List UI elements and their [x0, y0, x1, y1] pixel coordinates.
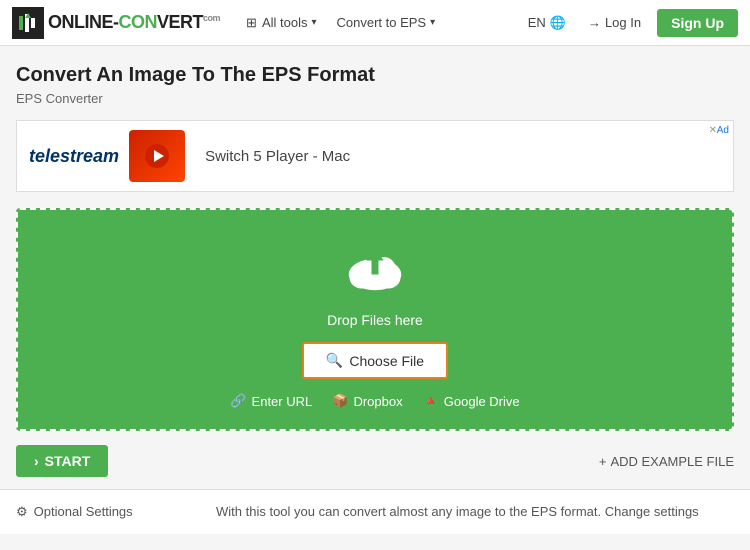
enter-url-label: Enter URL — [252, 394, 313, 409]
telestream-logo: telestream — [29, 146, 119, 167]
choose-file-button[interactable]: 🔍 Choose File — [302, 342, 448, 379]
all-tools-chevron: ▾ — [311, 17, 316, 28]
upload-options: 🔗 Enter URL 📦 Dropbox 🔺 Google Drive — [38, 393, 712, 409]
header-right: EN 🌐 → Log In Sign Up — [522, 9, 738, 37]
plus-icon: + — [599, 454, 607, 469]
link-icon: 🔗 — [230, 393, 246, 409]
chevron-right-icon: › — [34, 453, 39, 469]
gdrive-icon: 🔺 — [423, 393, 439, 409]
login-button[interactable]: → Log In — [580, 11, 649, 34]
ad-banner: Ad ✕ telestream Switch 5 Player - Mac — [16, 120, 734, 192]
grid-icon: ⊞ — [246, 15, 257, 31]
start-button[interactable]: › START — [16, 445, 108, 477]
globe-icon: 🌐 — [550, 15, 566, 31]
bottom-action-bar: › START + ADD EXAMPLE FILE — [16, 445, 734, 489]
ad-close-icon[interactable]: ✕ — [709, 125, 717, 136]
page-subtitle: EPS Converter — [16, 91, 734, 106]
upload-area: Drop Files here 🔍 Choose File 🔗 Enter UR… — [16, 208, 734, 431]
settings-description: With this tool you can convert almost an… — [216, 502, 734, 522]
login-label: Log In — [605, 15, 641, 30]
add-example-button[interactable]: + ADD EXAMPLE FILE — [599, 454, 734, 469]
add-example-label: ADD EXAMPLE FILE — [610, 454, 734, 469]
lang-label: EN — [528, 15, 546, 30]
page-title: Convert An Image To The EPS Format — [16, 64, 734, 87]
all-tools-nav[interactable]: ⊞ All tools ▾ — [236, 0, 326, 46]
page-content: Convert An Image To The EPS Format EPS C… — [0, 46, 750, 489]
convert-to-eps-chevron: ▾ — [430, 17, 435, 28]
ad-image — [129, 130, 185, 182]
login-arrow-icon: → — [588, 15, 601, 30]
logo-icon — [12, 7, 44, 39]
dropbox-option[interactable]: 📦 Dropbox — [332, 393, 402, 409]
gear-icon: ⚙ — [16, 504, 28, 520]
google-drive-option[interactable]: 🔺 Google Drive — [423, 393, 520, 409]
language-selector[interactable]: EN 🌐 — [522, 11, 572, 35]
logo-text: ONLINE-CONVERTcom — [48, 12, 220, 33]
ad-product-text: Switch 5 Player - Mac — [205, 148, 350, 165]
optional-settings-label: Optional Settings — [34, 504, 133, 519]
convert-to-eps-nav[interactable]: Convert to EPS ▾ — [327, 0, 446, 46]
drop-files-text: Drop Files here — [38, 312, 712, 328]
ad-label: Ad — [717, 125, 729, 136]
start-label: START — [45, 453, 91, 469]
logo[interactable]: ONLINE-CONVERTcom — [12, 7, 220, 39]
signup-button[interactable]: Sign Up — [657, 9, 738, 37]
gdrive-label: Google Drive — [444, 394, 520, 409]
dropbox-icon: 📦 — [332, 393, 348, 409]
header: ONLINE-CONVERTcom ⊞ All tools ▾ Convert … — [0, 0, 750, 46]
optional-settings-toggle[interactable]: ⚙ Optional Settings — [16, 502, 196, 522]
settings-bar: ⚙ Optional Settings With this tool you c… — [0, 489, 750, 534]
upload-icon — [38, 240, 712, 304]
convert-to-eps-label: Convert to EPS — [337, 15, 427, 30]
logo-com: com — [203, 13, 220, 23]
ad-logo-area: telestream — [29, 130, 185, 182]
dropbox-label: Dropbox — [353, 394, 402, 409]
search-icon: 🔍 — [326, 352, 343, 369]
choose-file-label: Choose File — [349, 353, 424, 369]
all-tools-label: All tools — [262, 15, 308, 30]
enter-url-option[interactable]: 🔗 Enter URL — [230, 393, 312, 409]
